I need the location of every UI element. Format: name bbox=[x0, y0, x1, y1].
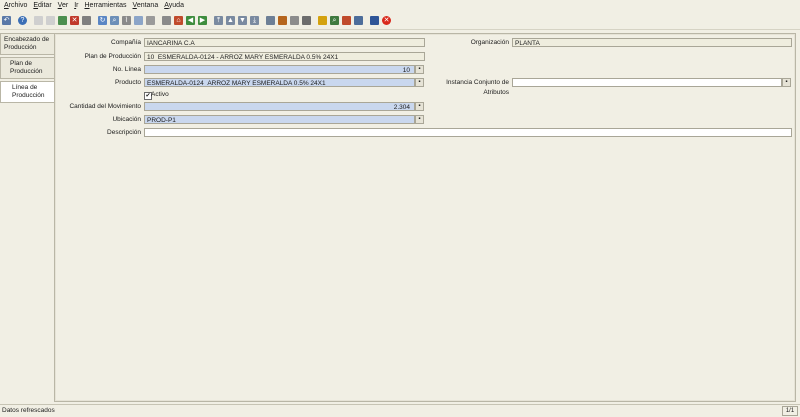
calculator-button[interactable]: ▪ bbox=[415, 65, 424, 74]
record-counter[interactable]: 1/1 bbox=[782, 406, 798, 416]
save-icon[interactable] bbox=[58, 15, 67, 25]
quantity-calculator-button[interactable]: ▪ bbox=[415, 102, 424, 111]
menu-ir[interactable]: Ir bbox=[74, 2, 78, 9]
next-record-icon[interactable]: ▼ bbox=[238, 15, 247, 25]
workflow-icon[interactable] bbox=[370, 15, 379, 25]
tab-encabezado-produccion[interactable]: Encabezado de Producción bbox=[0, 33, 54, 55]
archived-docs-icon[interactable] bbox=[278, 15, 287, 25]
request-icon[interactable] bbox=[342, 15, 351, 25]
print-icon[interactable] bbox=[302, 15, 311, 25]
detail-icon[interactable]: ▶ bbox=[198, 15, 207, 25]
attribute-field[interactable] bbox=[512, 78, 782, 87]
print-preview-icon[interactable] bbox=[290, 15, 299, 25]
zoom-across-icon[interactable]: ⌕ bbox=[330, 15, 339, 25]
quantity-field[interactable]: 2.304 bbox=[144, 102, 415, 111]
report-icon[interactable] bbox=[266, 15, 275, 25]
tab-list: Encabezado de Producción Plan de Producc… bbox=[0, 33, 56, 105]
copy-record-icon[interactable] bbox=[46, 15, 55, 25]
menu-ventana[interactable]: Ventana bbox=[133, 2, 159, 9]
attachment-icon[interactable]: ⌇ bbox=[122, 15, 131, 25]
line-label: No. Línea bbox=[112, 66, 141, 73]
attribute-button[interactable]: ▪ bbox=[782, 78, 791, 87]
menu-ayuda[interactable]: Ayuda bbox=[164, 2, 184, 9]
product-label: Producto bbox=[114, 79, 141, 86]
undo-icon[interactable]: ↶ bbox=[2, 15, 11, 25]
chat-icon[interactable] bbox=[134, 15, 143, 25]
tab-plan-produccion[interactable]: Plan de Producción bbox=[0, 57, 54, 79]
new-record-icon[interactable] bbox=[34, 15, 43, 25]
product-search-button[interactable]: ▪ bbox=[415, 78, 424, 87]
org-field[interactable]: PLANTA bbox=[512, 38, 792, 47]
menu-bar: Archivo Editar Ver Ir Herramientas Venta… bbox=[0, 0, 800, 10]
find-icon[interactable]: ⌕ bbox=[110, 15, 119, 25]
menu-herramientas[interactable]: Herramientas bbox=[84, 2, 126, 9]
attribute-label: Instancia Conjunto de Atributos bbox=[446, 79, 509, 96]
locator-field[interactable]: PROD-P1 bbox=[144, 115, 415, 124]
company-label: Compañía bbox=[111, 39, 141, 46]
menu-editar[interactable]: Editar bbox=[33, 2, 51, 9]
product-info-icon[interactable] bbox=[354, 15, 363, 25]
plan-field[interactable]: 10_ESMERALDA-0124 - ARROZ MARY ESMERALDA… bbox=[144, 52, 425, 61]
company-field[interactable]: IANCARINA C.A bbox=[144, 38, 425, 47]
status-bar: Datos refrescados 1/1 bbox=[0, 404, 800, 417]
first-record-icon[interactable]: ⤒ bbox=[214, 15, 223, 25]
description-field[interactable] bbox=[144, 128, 792, 137]
line-number-field[interactable]: 10 bbox=[144, 65, 415, 74]
help-icon[interactable]: ? bbox=[18, 15, 27, 25]
quantity-label: Cantidad del Movimiento bbox=[69, 103, 141, 110]
menu-ver[interactable]: Ver bbox=[58, 2, 69, 9]
last-record-icon[interactable]: ⤓ bbox=[250, 15, 259, 25]
delete-icon[interactable]: ✕ bbox=[70, 15, 79, 25]
plan-label: Plan de Producción bbox=[84, 53, 141, 60]
toolbar: ↶? ✕ ↻ ⌕ ⌇ ⌂ ◀ ▶ ⤒ ▲ ▼ ⤓ ⌕ ✕ bbox=[0, 11, 800, 30]
lock-icon[interactable] bbox=[318, 15, 327, 25]
active-label: Activo bbox=[151, 91, 169, 98]
refresh-icon[interactable]: ↻ bbox=[98, 15, 107, 25]
status-message: Datos refrescados bbox=[2, 407, 55, 414]
locator-button[interactable]: ▪ bbox=[415, 115, 424, 124]
description-label: Descripción bbox=[107, 129, 141, 136]
form-panel: Compañía IANCARINA C.A Organización PLAN… bbox=[54, 33, 796, 402]
home-icon[interactable] bbox=[162, 15, 171, 25]
menu-archivo[interactable]: Archivo bbox=[4, 2, 27, 9]
product-field[interactable]: ESMERALDA-0124_ARROZ MARY ESMERALDA 0.5%… bbox=[144, 78, 415, 87]
grid-toggle-icon[interactable] bbox=[82, 15, 91, 25]
previous-record-icon[interactable]: ▲ bbox=[226, 15, 235, 25]
org-label: Organización bbox=[470, 39, 509, 46]
locator-label: Ubicación bbox=[112, 116, 141, 123]
history-icon[interactable] bbox=[146, 15, 155, 25]
menu-icon[interactable]: ⌂ bbox=[174, 15, 183, 25]
tab-linea-produccion[interactable]: Línea de Producción bbox=[0, 81, 56, 103]
parent-icon[interactable]: ◀ bbox=[186, 15, 195, 25]
close-window-icon[interactable]: ✕ bbox=[382, 15, 391, 25]
